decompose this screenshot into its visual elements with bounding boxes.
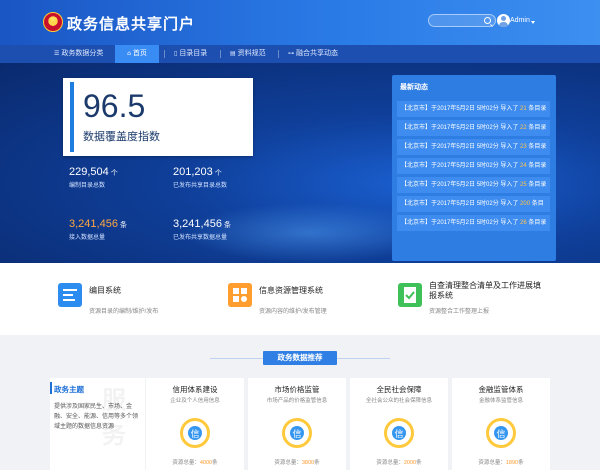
stat-published-catalog: 201,203 个 已发布共享目录总数 xyxy=(173,166,228,189)
rec-card-finance[interactable]: 金融监管体系 金融体系监管信息 信 资源总量：1890条 xyxy=(452,378,550,470)
nav-divider xyxy=(164,50,165,58)
rec-card-credit[interactable]: 信用体系建设 企业及个人信用信息 信 资源总量：4000条 xyxy=(146,378,244,470)
stat-data-total: 3,241,456 条 接入数据总量 xyxy=(69,218,127,241)
news-item[interactable]: 【北京市】于2017年5月2日 5时02分 导入了 24 条目录 xyxy=(397,158,550,174)
systems-section: 编目系统 资源目录的编制/维护/发布 信息资源管理系统 资源内容的维护/发布管理… xyxy=(0,263,600,335)
nav-item-catalog[interactable]: ▯ 目录目录 xyxy=(166,45,215,63)
nav-item-spec[interactable]: ▤ 资料规范 xyxy=(222,45,274,63)
nav-divider xyxy=(278,50,279,58)
catalog-system-icon xyxy=(58,283,82,307)
user-name[interactable]: Admin xyxy=(510,17,530,24)
search-input[interactable] xyxy=(434,16,482,26)
stat-published-data: 3,241,456 条 已发布共享数据总量 xyxy=(173,218,231,241)
rec-card-social-security[interactable]: 全民社会保障 全社会公众的社会保障信息 信 资源总量：2000条 xyxy=(350,378,448,470)
chevron-down-icon[interactable] xyxy=(531,21,535,24)
coverage-index-value: 96.5 xyxy=(83,88,146,124)
resource-system-icon xyxy=(228,283,252,307)
system-self-check[interactable]: 自查清理整合清单及工作进展填报系统 资源整合工作整理上报 xyxy=(398,281,548,325)
list-icon: ☰ xyxy=(54,50,60,57)
accent-bar xyxy=(50,382,52,394)
recommend-title: 政务数据推荐 xyxy=(263,351,337,365)
system-resource-management[interactable]: 信息资源管理系统 资源内容的维护/发布管理 xyxy=(228,281,398,325)
news-title: 最新动态 xyxy=(400,84,428,91)
credit-icon: 信 xyxy=(180,418,210,448)
news-item[interactable]: 【北京市】于2017年5月2日 5时02分 导入了 23 条目录 xyxy=(397,139,550,155)
news-item[interactable]: 【北京市】于2017年5月2日 5时02分 导入了 26 条目录 xyxy=(397,215,550,231)
nav-divider xyxy=(220,50,221,58)
avatar[interactable] xyxy=(497,14,510,27)
nav-item-share-news[interactable]: ⊶ 融合共享动态 xyxy=(280,45,346,63)
news-item[interactable]: 【北京市】于2017年5月2日 5时02分 导入了 21 条目录 xyxy=(397,101,550,117)
system-cataloging[interactable]: 编目系统 资源目录的编制/维护/发布 xyxy=(58,281,228,325)
header-bar: 政务信息共享门户 Admin xyxy=(0,0,600,45)
news-item[interactable]: 【北京市】于2017年5月2日 5时02分 导入了 25 条目录 xyxy=(397,177,550,193)
news-item[interactable]: 【北京市】于2017年5月2日 5时02分 导入了 200 条目 xyxy=(397,196,550,212)
catalog-icon: ▯ xyxy=(174,50,178,57)
topic-title: 政务主题 xyxy=(54,385,84,394)
search-box[interactable] xyxy=(428,14,496,27)
recommend-heading: 政务数据推荐 xyxy=(210,351,390,365)
news-item[interactable]: 【北京市】于2017年5月2日 5时02分 导入了 22 条目录 xyxy=(397,120,550,136)
nav-item-home[interactable]: ⌂ 首页 xyxy=(115,45,159,63)
coverage-index-label: 数据覆盖度指数 xyxy=(83,131,160,143)
search-icon[interactable] xyxy=(484,17,491,24)
credit-icon: 信 xyxy=(282,418,312,448)
credit-icon: 信 xyxy=(384,418,414,448)
news-panel: 最新动态 【北京市】于2017年5月2日 5时02分 导入了 21 条目录 【北… xyxy=(392,75,556,261)
topic-panel: 政务主题 服务 提供涉及国家民生、市场、金融、安全、能源、信用等多个领域主题的数… xyxy=(50,378,145,470)
main-nav: ☰ 政务数据分类 ⌂ 首页 ▯ 目录目录 ▤ 资料规范 ⊶ 融合共享动态 xyxy=(0,45,600,63)
national-emblem-icon xyxy=(43,12,63,32)
nav-item-data-category[interactable]: ☰ 政务数据分类 xyxy=(46,45,111,63)
checklist-system-icon xyxy=(398,283,422,307)
hero-banner: 96.5 数据覆盖度指数 229,504 个 编制目录总数 201,203 个 已发… xyxy=(0,63,600,263)
stat-catalog-total: 229,504 个 编制目录总数 xyxy=(69,166,118,189)
recommend-section: 政务数据推荐 政务主题 服务 提供涉及国家民生、市场、金融、安全、能源、信用等多… xyxy=(0,335,600,470)
rec-card-price[interactable]: 市场价格监管 市场产品的价格监管信息 信 资源总量：3800条 xyxy=(248,378,346,470)
doc-icon: ▤ xyxy=(230,50,236,57)
coverage-index-card: 96.5 数据覆盖度指数 xyxy=(63,78,253,156)
share-icon: ⊶ xyxy=(288,50,294,57)
topic-description: 提供涉及国家民生、市场、金融、安全、能源、信用等多个领域主题的数据信息资源 xyxy=(54,404,139,430)
home-icon: ⌂ xyxy=(127,50,131,57)
portal-title[interactable]: 政务信息共享门户 xyxy=(67,13,195,34)
credit-icon: 信 xyxy=(486,418,516,448)
